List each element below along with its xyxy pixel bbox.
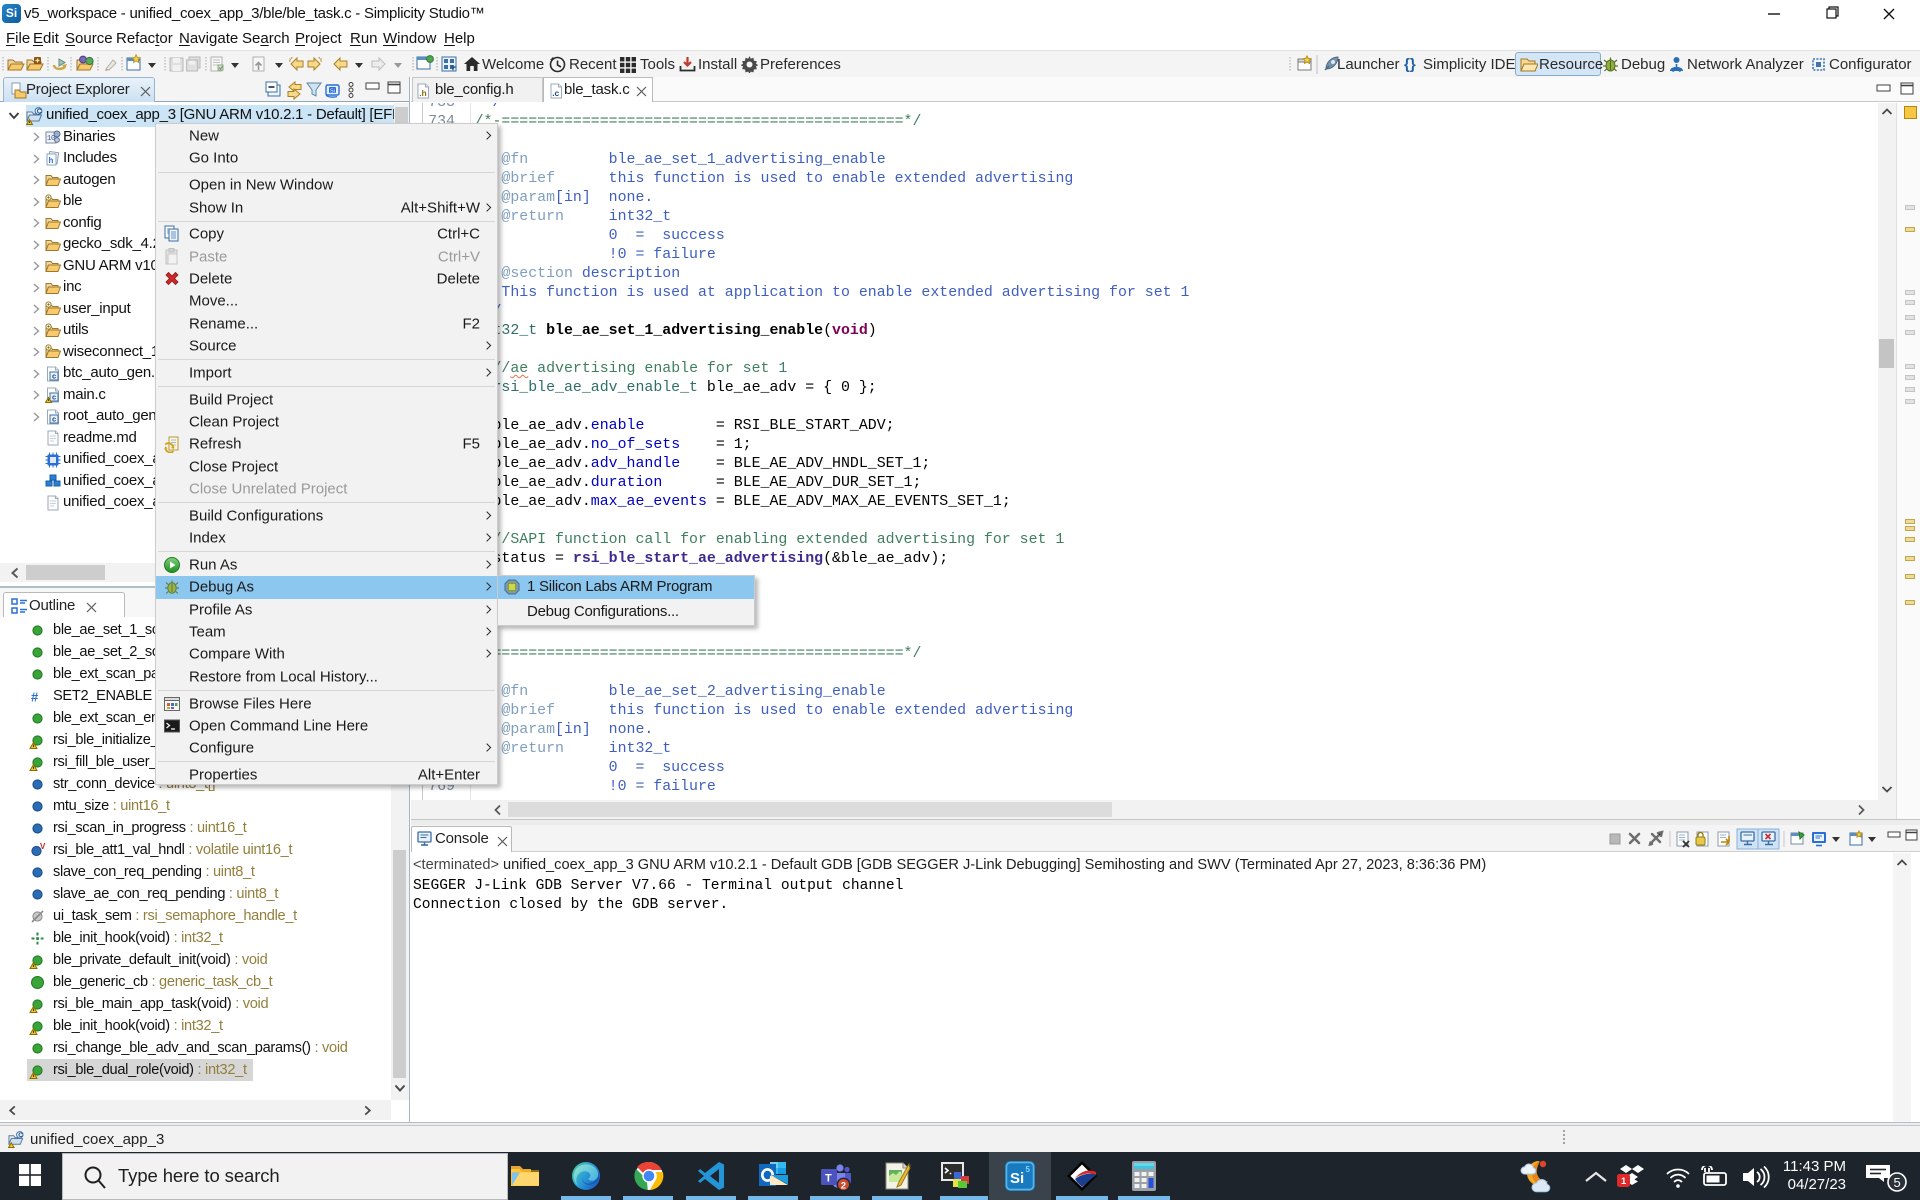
svg-text:c: c: [52, 393, 56, 402]
svg-text:h: h: [49, 156, 54, 165]
svg-text:2: 2: [841, 1181, 846, 1192]
svg-text:1: 1: [1621, 1176, 1627, 1187]
svg-text:.c: .c: [552, 88, 559, 98]
svg-text:.h: .h: [419, 88, 427, 98]
svg-text:5: 5: [1026, 1165, 1031, 1174]
svg-text:10: 10: [47, 135, 55, 143]
svg-text:c: c: [52, 414, 56, 423]
svg-text:V: V: [40, 842, 46, 851]
svg-text:5: 5: [1894, 1175, 1901, 1190]
svg-text:C: C: [18, 1132, 23, 1139]
svg-text:T: T: [825, 1173, 832, 1185]
svg-text:#: #: [31, 690, 39, 705]
svg-text:c: c: [52, 371, 56, 380]
svg-text:C: C: [37, 108, 42, 115]
svg-text:Si: Si: [1010, 1170, 1024, 1187]
svg-text:Si: Si: [330, 89, 335, 95]
